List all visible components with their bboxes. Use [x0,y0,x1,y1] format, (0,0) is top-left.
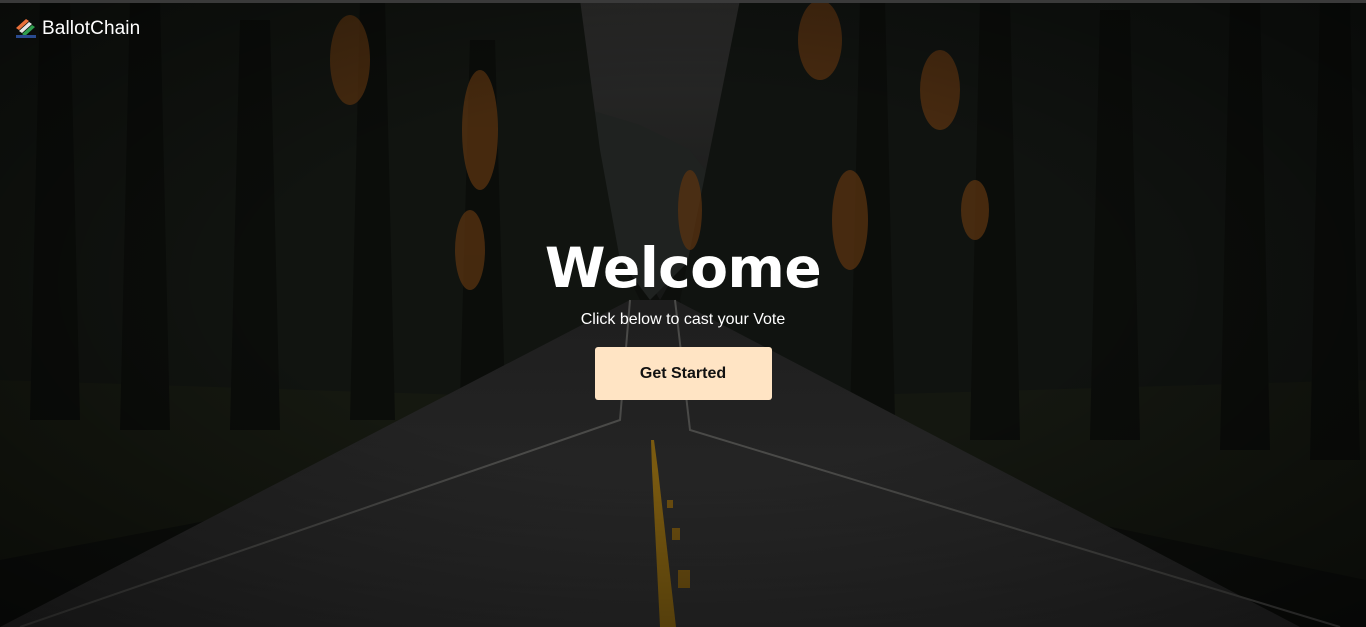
ballot-stripes-icon[interactable] [14,17,38,39]
welcome-heading: Welcome [544,236,822,300]
landing-page: BallotChain Welcome Click below to cast … [0,0,1366,627]
top-border [0,0,1366,3]
brand-name[interactable]: BallotChain [42,18,140,40]
hero-section: Welcome Click below to cast your Vote Ge… [0,232,1366,400]
get-started-button[interactable]: Get Started [594,347,772,400]
hero-subtitle: Click below to cast your Vote [580,311,786,328]
navbar: BallotChain [14,16,140,40]
